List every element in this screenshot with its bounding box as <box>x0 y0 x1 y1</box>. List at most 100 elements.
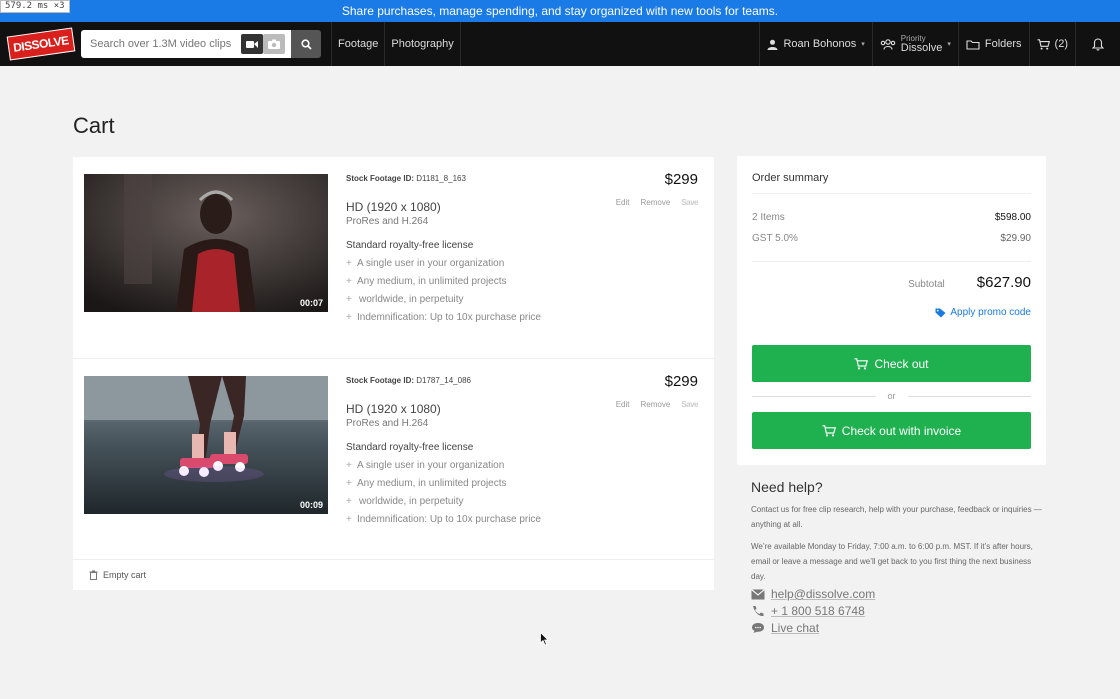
search-input[interactable] <box>81 30 241 58</box>
tag-icon <box>935 308 946 317</box>
page-title: Cart <box>73 113 115 138</box>
subtotal-value: $627.90 <box>976 274 1031 291</box>
tax-row: GST 5.0% $29.90 <box>752 233 1031 244</box>
phone-contact[interactable]: + 1 800 518 6748 <box>751 604 1043 618</box>
clip-duration: 00:09 <box>299 500 323 510</box>
license-list: A single user in your organization Any m… <box>346 457 698 529</box>
chat-contact[interactable]: Live chat <box>751 621 1043 635</box>
license-point: A single user in your organization <box>346 457 698 475</box>
tax-label: GST 5.0% <box>752 233 798 244</box>
item-details: Stock Footage ID: D1181_8_163 $299 HD (1… <box>346 171 699 327</box>
top-navigation: DISSOLVE Footage Photography Roan Bohono… <box>0 22 1120 66</box>
stock-id-label: Stock Footage ID: <box>346 174 415 183</box>
stock-id-value[interactable]: D1787_14_086 <box>416 376 471 385</box>
help-section: Need help? Contact us for free clip rese… <box>751 479 1043 635</box>
folders-link[interactable]: Folders <box>957 22 1029 66</box>
or-divider: or <box>752 391 1032 401</box>
subtotal-label: Subtotal <box>908 279 945 290</box>
email-link[interactable]: help@dissolve.com <box>771 587 875 601</box>
promo-label: Apply promo code <box>950 307 1031 318</box>
email-contact[interactable]: help@dissolve.com <box>751 587 1043 601</box>
team-name: Dissolve <box>900 41 943 54</box>
cart-item: 00:09 Stock Footage ID: D1787_14_086 $29… <box>73 358 714 558</box>
cart-icon <box>1037 38 1050 50</box>
apply-promo-link[interactable]: Apply promo code <box>935 307 1031 318</box>
logo[interactable]: DISSOLVE <box>0 22 81 66</box>
chevron-down-icon: ▾ <box>861 41 865 48</box>
trash-icon <box>89 570 98 580</box>
banner-text: Share purchases, manage spending, and st… <box>341 4 779 18</box>
or-label: or <box>887 391 896 401</box>
empty-cart-button[interactable]: Empty cart <box>73 559 714 590</box>
item-price: $299 <box>664 171 698 188</box>
remove-button[interactable]: Remove <box>641 400 671 409</box>
cart-icon <box>854 357 869 369</box>
nav-footage-link[interactable]: Footage <box>332 22 384 66</box>
team-menu[interactable]: Priority Dissolve ▾ <box>871 22 958 66</box>
photo-camera-icon[interactable] <box>263 34 285 54</box>
stock-id: Stock Footage ID: D1787_14_086 <box>346 376 698 385</box>
bell-icon <box>1092 37 1104 51</box>
license-point: A single user in your organization <box>346 255 698 273</box>
checkout-invoice-button[interactable]: Check out with invoice <box>752 412 1031 449</box>
phone-link[interactable]: + 1 800 518 6748 <box>771 604 865 618</box>
search-button[interactable] <box>291 30 321 58</box>
announcement-banner[interactable]: Share purchases, manage spending, and st… <box>0 0 1120 22</box>
license-point: Indemnification: Up to 10x purchase pric… <box>346 309 698 327</box>
envelope-icon <box>751 588 765 599</box>
license-list: A single user in your organization Any m… <box>346 255 698 327</box>
logo-text: DISSOLVE <box>6 27 75 61</box>
summary-divider <box>752 261 1031 262</box>
license-point: Any medium, in unlimited projects <box>346 273 698 291</box>
order-summary: Order summary 2 Items $598.00 GST 5.0% $… <box>737 156 1046 465</box>
cart-panel: 00:07 Stock Footage ID: D1181_8_163 $299… <box>73 157 714 590</box>
mouse-cursor-icon <box>540 632 549 646</box>
license-point: Any medium, in unlimited projects <box>346 475 698 493</box>
video-camera-icon[interactable] <box>241 34 263 54</box>
license-title: Standard royalty-free license <box>346 240 474 251</box>
folders-label: Folders <box>984 38 1022 50</box>
item-actions: Edit Remove Save <box>616 198 699 207</box>
clip-thumbnail[interactable]: 00:09 <box>84 376 328 514</box>
items-row: 2 Items $598.00 <box>752 212 1031 223</box>
notifications-button[interactable] <box>1075 22 1120 66</box>
license-title: Standard royalty-free license <box>346 442 474 453</box>
phone-icon <box>753 606 764 617</box>
cart-count: (2) <box>1054 38 1068 50</box>
user-menu[interactable]: Roan Bohonos ▾ <box>759 22 871 66</box>
live-chat-link[interactable]: Live chat <box>771 621 819 635</box>
stock-id-value[interactable]: D1181_8_163 <box>416 174 466 183</box>
stock-id: Stock Footage ID: D1181_8_163 <box>346 174 698 183</box>
license-point: Indemnification: Up to 10x purchase pric… <box>346 511 698 529</box>
help-intro: Contact us for free clip research, help … <box>751 505 1042 529</box>
user-icon <box>767 39 778 50</box>
clip-thumbnail[interactable]: 00:07 <box>84 174 328 312</box>
edit-button[interactable]: Edit <box>616 198 630 207</box>
clip-duration: 00:07 <box>299 298 323 308</box>
cart-icon <box>822 424 836 436</box>
chevron-down-icon: ▾ <box>947 41 951 48</box>
help-title: Need help? <box>751 479 823 495</box>
item-actions: Edit Remove Save <box>616 400 699 409</box>
user-name: Roan Bohonos <box>783 38 857 50</box>
checkout-button[interactable]: Check out <box>752 345 1031 382</box>
help-hours: We’re available Monday to Friday, 7:00 a… <box>751 542 1033 581</box>
cart-link[interactable]: (2) <box>1028 22 1075 66</box>
subtotal-row: Subtotal $627.90 <box>752 274 1031 291</box>
license-point-continued: worldwide, in perpetuity <box>346 291 698 309</box>
remove-button[interactable]: Remove <box>641 198 671 207</box>
search-icon <box>300 38 312 50</box>
items-label: 2 Items <box>752 212 785 223</box>
item-details: Stock Footage ID: D1787_14_086 $299 HD (… <box>346 373 699 529</box>
item-codec: ProRes and H.264 <box>346 216 429 227</box>
save-button[interactable]: Save <box>681 198 698 207</box>
item-price: $299 <box>664 373 698 390</box>
tax-value: $29.90 <box>1000 233 1031 244</box>
item-codec: ProRes and H.264 <box>346 418 429 429</box>
order-summary-title: Order summary <box>752 172 1031 194</box>
save-button[interactable]: Save <box>681 400 698 409</box>
edit-button[interactable]: Edit <box>616 400 630 409</box>
nav-photography-link[interactable]: Photography <box>385 22 459 66</box>
chat-bubble-icon <box>752 623 764 633</box>
checkout-invoice-label: Check out with invoice <box>841 423 962 438</box>
